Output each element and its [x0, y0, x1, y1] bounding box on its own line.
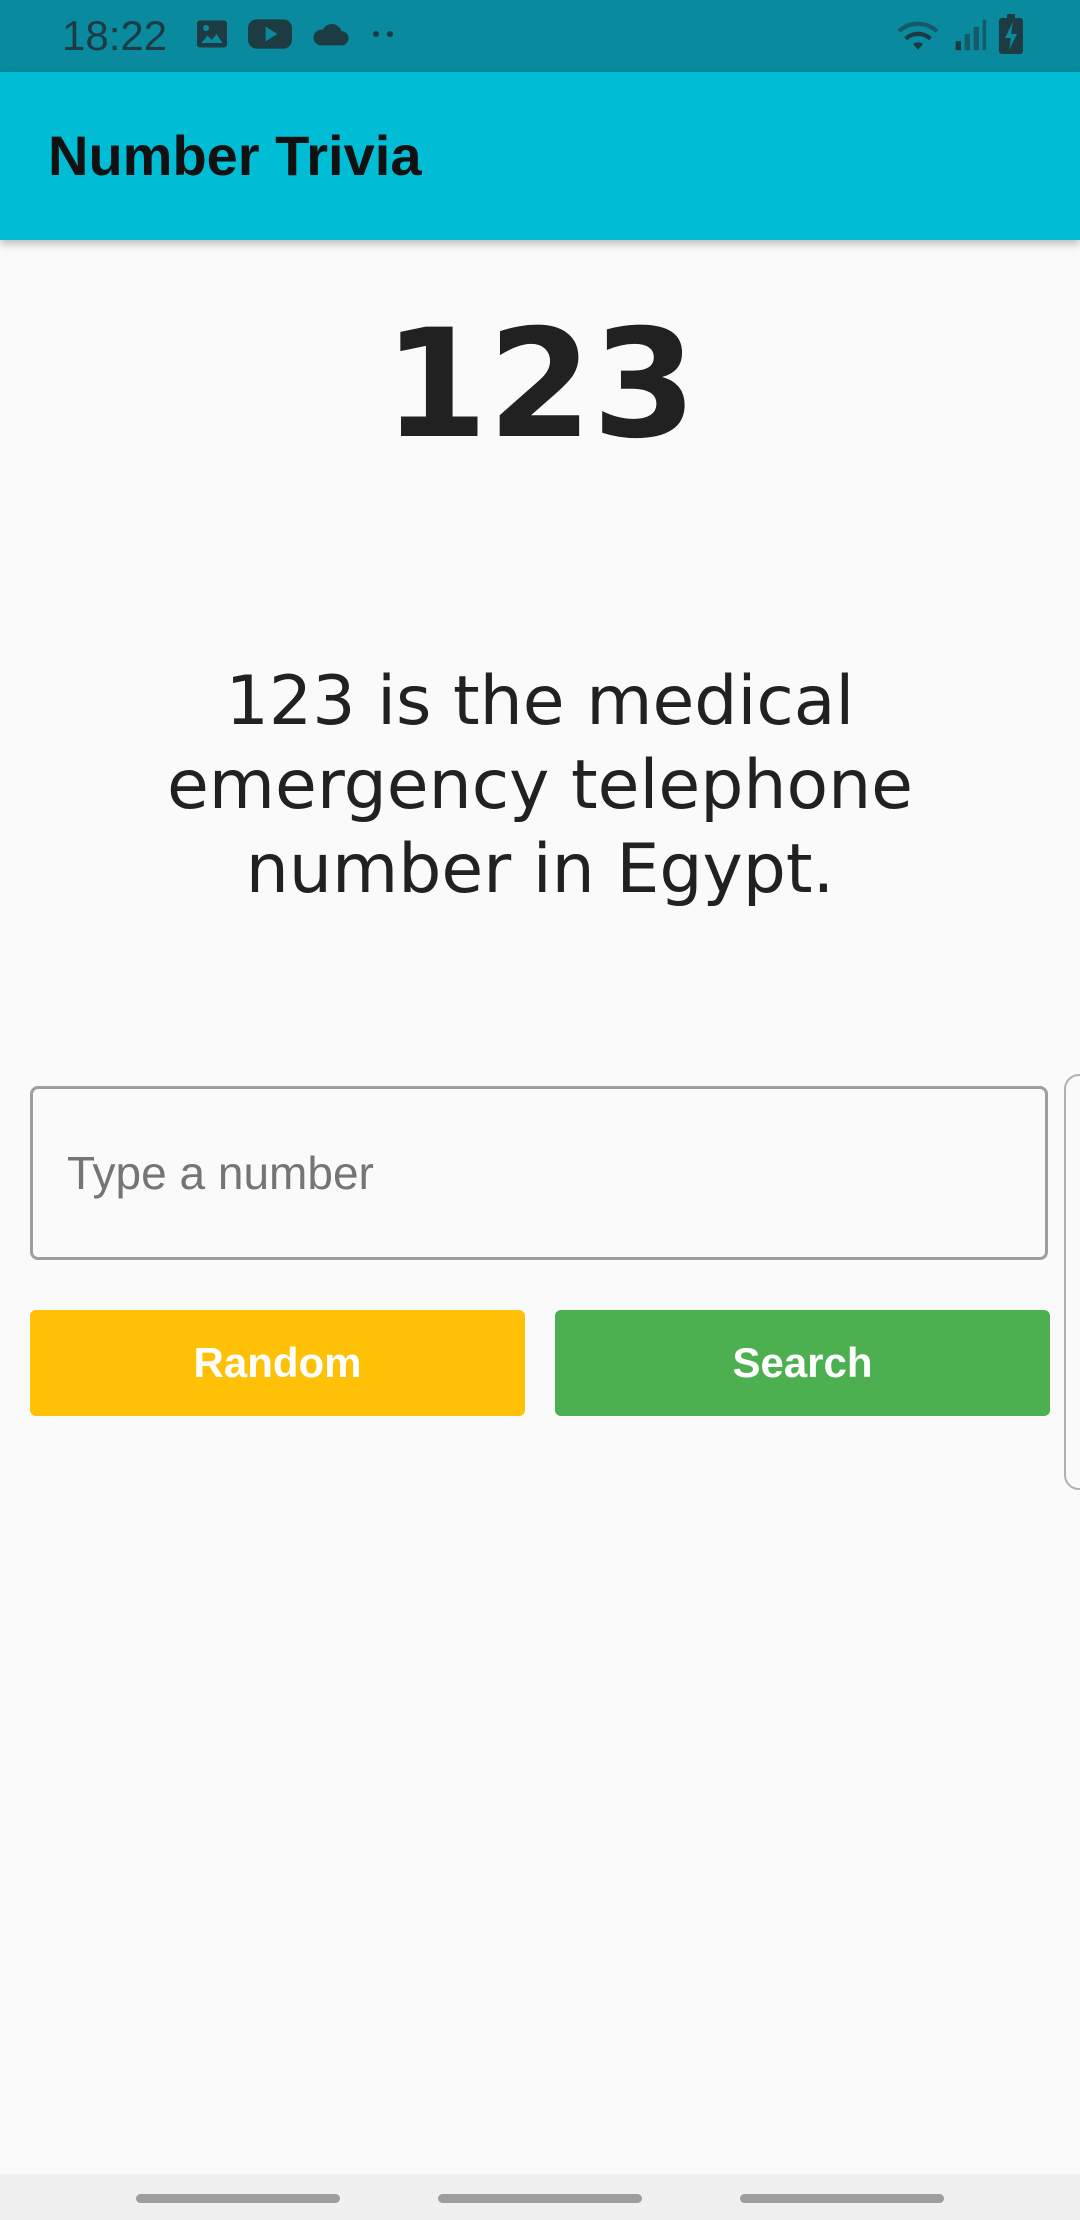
edge-panel-handle[interactable] — [1064, 1074, 1080, 1490]
trivia-text: 123 is the medical emergency telephone n… — [166, 662, 914, 909]
random-button[interactable]: Random — [30, 1310, 525, 1416]
image-icon — [194, 16, 230, 57]
app-bar: Number Trivia — [0, 72, 1080, 240]
navigation-bar — [0, 2174, 1080, 2220]
search-button[interactable]: Search — [555, 1310, 1050, 1416]
nav-back-pill[interactable] — [136, 2194, 340, 2203]
status-notification-icons — [194, 18, 398, 54]
wifi-icon — [894, 14, 942, 59]
signal-icon — [952, 16, 988, 57]
number-input[interactable] — [30, 1086, 1048, 1260]
status-time: 18:22 — [62, 12, 168, 59]
nav-home-pill[interactable] — [438, 2194, 642, 2203]
nav-recents-pill[interactable] — [740, 2194, 944, 2203]
app-screen: 18:22 Number Trivia 123 123 is the medic… — [0, 0, 1080, 2220]
status-system-icons — [894, 13, 1024, 59]
trivia-number: 123 — [383, 298, 697, 472]
more-dots-icon — [368, 27, 398, 45]
cloud-icon — [310, 19, 350, 54]
status-bar: 18:22 — [0, 0, 1080, 72]
app-title: Number Trivia — [48, 124, 422, 187]
battery-charging-icon — [998, 13, 1024, 59]
youtube-icon — [248, 16, 292, 57]
